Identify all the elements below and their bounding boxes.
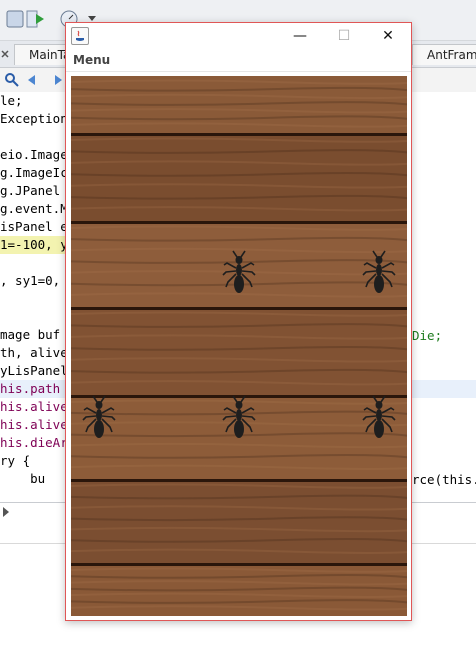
run-project-icon[interactable]	[24, 8, 46, 30]
plank-seam	[71, 221, 407, 224]
code-fragment: rce(this.	[412, 472, 476, 487]
code-fragment: Die;	[412, 328, 443, 343]
close-button[interactable]: ✕	[366, 23, 410, 49]
maximize-icon: ☐	[337, 28, 351, 44]
game-board[interactable]	[71, 76, 407, 616]
plank-seam	[71, 307, 407, 310]
code-line: , sy1=0,	[0, 273, 68, 288]
code-line: 1=-100, y	[0, 236, 68, 254]
close-icon[interactable]	[0, 48, 10, 60]
code-line: his.dieAr	[0, 435, 68, 450]
ant-game-window: — ☐ ✕ Menu	[65, 22, 412, 621]
tab-maintab[interactable]: MainTa	[14, 44, 72, 65]
code-line: g.JPanel	[0, 183, 61, 198]
forward-icon[interactable]	[48, 72, 64, 88]
wood-board	[71, 76, 407, 616]
code-line: ry {	[0, 453, 31, 468]
search-icon[interactable]	[4, 72, 20, 88]
code-line: g.ImageIc	[0, 165, 68, 180]
code-line: mage buf	[0, 327, 61, 342]
code-line: yLisPanel	[0, 363, 68, 378]
wood-plank	[71, 480, 407, 564]
code-line: eio.Image	[0, 147, 68, 162]
code-line: Exception	[0, 111, 68, 126]
code-line: bu	[0, 471, 46, 486]
tab-antframe[interactable]: AntFrame	[412, 44, 476, 65]
code-line: isPanel e	[0, 219, 68, 234]
code-line: g.event.M	[0, 201, 68, 216]
plank-seam	[71, 563, 407, 566]
back-icon[interactable]	[26, 72, 42, 88]
minimize-button[interactable]: —	[278, 23, 322, 49]
tab-label: AntFrame	[427, 48, 476, 62]
maximize-button[interactable]: ☐	[322, 23, 366, 49]
toolbar-icon[interactable]	[4, 8, 26, 30]
menu-item-menu[interactable]: Menu	[73, 53, 110, 67]
menu-bar: Menu	[66, 49, 411, 72]
plank-seam	[71, 479, 407, 482]
code-line: th, alive	[0, 345, 68, 360]
minimize-icon: —	[293, 28, 307, 44]
window-titlebar[interactable]: — ☐ ✕	[66, 23, 411, 49]
wood-plank	[71, 308, 407, 396]
close-icon: ✕	[382, 28, 394, 44]
code-line: le;	[0, 93, 23, 108]
code-line: his.alive	[0, 399, 68, 414]
code-line: his.alive	[0, 417, 68, 432]
code-line: his.path	[0, 381, 61, 396]
wood-plank	[71, 134, 407, 222]
plank-seam	[71, 395, 407, 398]
chevron-right-icon[interactable]	[2, 507, 10, 517]
java-icon	[71, 27, 89, 45]
plank-seam	[71, 133, 407, 136]
